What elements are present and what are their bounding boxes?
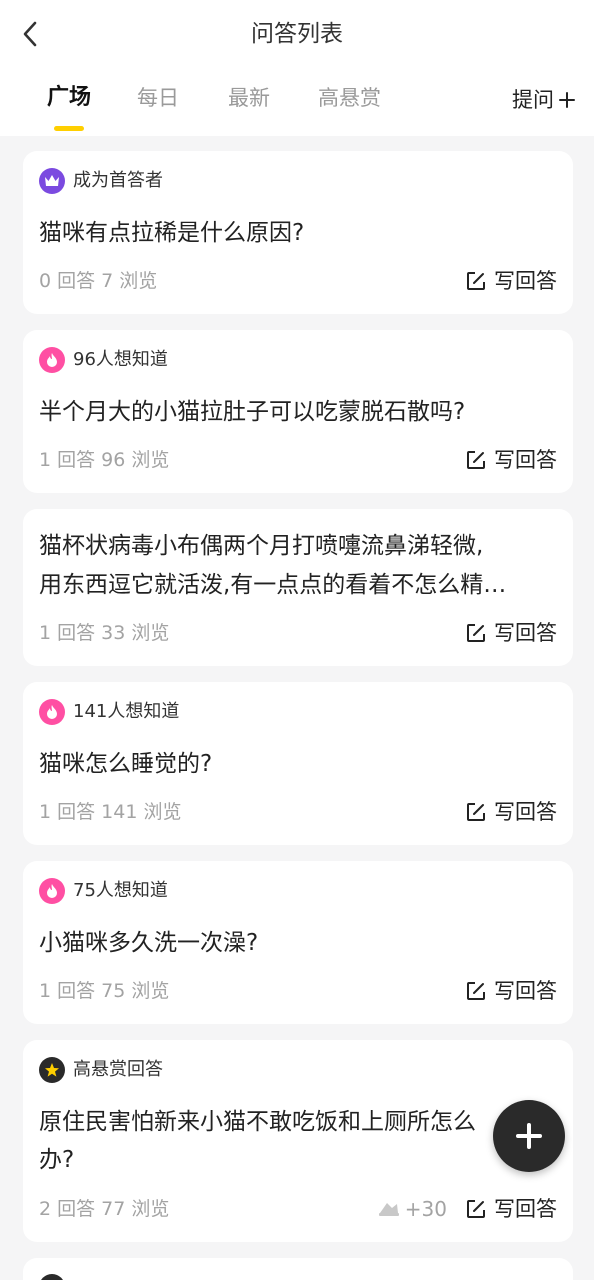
question-stats: 1 回答 141 浏览 [39,801,182,823]
question-title-line-1[interactable]: 猫杯状病毒小布偶两个月打喷嚏流鼻涕轻微, [39,527,557,565]
add-question-fab[interactable] [493,1100,565,1172]
top-bar: 问答列表 广场 每日 最新 高悬赏 提问 [0,0,594,136]
reward-label: +30 [404,1197,447,1221]
question-stats: 1 回答 75 浏览 [39,980,170,1002]
question-stats: 1 回答 33 浏览 [39,622,170,644]
tab-plaza[interactable]: 广场 [47,80,91,116]
edit-icon [467,803,485,821]
question-card[interactable]: 141人想知道 猫咪怎么睡觉的? 1 回答 141 浏览 写回答 [23,682,573,845]
question-card[interactable]: 96人想知道 半个月大的小猫拉肚子可以吃蒙脱石散吗? 1 回答 96 浏览 写回… [23,330,573,493]
question-card[interactable]: 高悬赏回答 原住民害怕新来小猫不敢吃饭和上厕所怎么 办? 2 回答 77 浏览 … [23,1040,573,1242]
question-title-line-2[interactable]: 办? [39,1141,557,1179]
plus-icon [559,92,575,108]
write-answer-button[interactable]: 写回答 [466,977,557,1005]
question-badge: 75人想知道 [39,878,168,904]
question-stats: 1 回答 96 浏览 [39,449,170,471]
question-title-line-1[interactable]: 原住民害怕新来小猫不敢吃饭和上厕所怎么 [39,1103,557,1141]
write-answer-button[interactable]: 写回答 [466,1195,557,1223]
question-stats: 2 回答 77 浏览 [39,1198,170,1220]
badge-label: 成为首答者 [73,170,163,191]
plus-icon [516,1123,542,1149]
question-title[interactable]: 半个月大的小猫拉肚子可以吃蒙脱石散吗? [39,393,557,431]
question-badge: 成为首答者 [39,168,163,194]
active-tab-indicator [54,126,84,131]
question-title[interactable]: 小猫咪多久洗一次澡? [39,924,557,962]
question-stats: 0 回答 7 浏览 [39,270,158,292]
write-answer-button[interactable]: 写回答 [466,619,557,647]
write-answer-label: 写回答 [494,979,557,1003]
question-title[interactable]: 猫咪有点拉稀是什么原因? [39,214,557,252]
question-badge: 141人想知道 [39,699,179,725]
write-answer-label: 写回答 [494,1197,557,1221]
star-icon [39,1057,65,1083]
write-answer-label: 写回答 [494,448,557,472]
page-title: 问答列表 [251,21,343,47]
write-answer-button[interactable]: 写回答 [466,446,557,474]
question-title-line-2[interactable]: 用东西逗它就活泼,有一点点的看着不怎么精… [39,566,557,604]
question-title[interactable]: 猫咪怎么睡觉的? [39,745,557,783]
question-badge: 96人想知道 [39,347,168,373]
question-card[interactable]: 成为首答者 猫咪有点拉稀是什么原因? 0 回答 7 浏览 写回答 [23,151,573,314]
write-answer-label: 写回答 [494,269,557,293]
question-card[interactable] [23,1258,573,1280]
coin-icon [378,1203,399,1216]
badge-label: 96人想知道 [73,349,168,370]
ask-question-button[interactable]: 提问 [512,84,576,116]
fire-icon [39,347,65,373]
write-answer-label: 写回答 [494,800,557,824]
fire-icon [39,699,65,725]
tab-bar: 广场 每日 最新 高悬赏 [0,80,594,120]
tab-latest[interactable]: 最新 [228,80,270,116]
ask-label: 提问 [512,88,554,112]
badge-label: 75人想知道 [73,880,168,901]
fire-icon [39,878,65,904]
question-card[interactable]: 猫杯状病毒小布偶两个月打喷嚏流鼻涕轻微, 用东西逗它就活泼,有一点点的看着不怎么… [23,509,573,666]
write-answer-label: 写回答 [494,621,557,645]
badge-label: 141人想知道 [73,701,180,722]
reward-amount: +30 [377,1195,447,1223]
question-card[interactable]: 75人想知道 小猫咪多久洗一次澡? 1 回答 75 浏览 写回答 [23,861,573,1024]
tab-daily[interactable]: 每日 [137,80,179,116]
badge-label: 高悬赏回答 [73,1059,163,1080]
edit-icon [467,982,485,1000]
question-badge: 高悬赏回答 [39,1057,163,1083]
edit-icon [467,624,485,642]
edit-icon [467,1200,485,1218]
edit-icon [467,451,485,469]
star-icon [39,1274,65,1280]
edit-icon [467,272,485,290]
write-answer-button[interactable]: 写回答 [466,798,557,826]
tab-high-reward[interactable]: 高悬赏 [318,80,381,116]
write-answer-button[interactable]: 写回答 [466,267,557,295]
crown-icon [39,168,65,194]
